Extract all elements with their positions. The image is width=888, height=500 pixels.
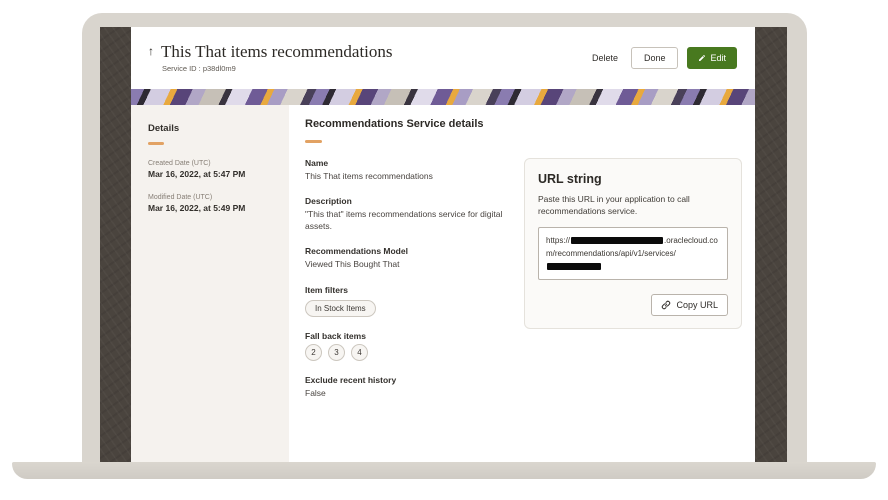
name-label: Name xyxy=(305,158,512,168)
accent-underline xyxy=(305,140,322,143)
url-segment: /recommendations/api/v1/services/ xyxy=(553,249,676,258)
item-filters-label: Item filters xyxy=(305,285,512,295)
service-id-text: Service ID : p38dl0m9 xyxy=(161,64,393,73)
edit-button[interactable]: Edit xyxy=(687,47,737,69)
description-label: Description xyxy=(305,196,512,206)
name-field: Name This That items recommendations xyxy=(305,158,512,182)
copy-url-button[interactable]: Copy URL xyxy=(651,294,728,316)
service-fields: Name This That items recommendations Des… xyxy=(305,158,524,413)
title-texts: This That items recommendations Service … xyxy=(161,43,393,73)
content-row: Name This That items recommendations Des… xyxy=(305,158,742,413)
screen-wallpaper: ↑ This That items recommendations Servic… xyxy=(100,27,787,462)
fallback-item-pill: 2 xyxy=(305,344,322,361)
fallback-pills: 2 3 4 xyxy=(305,344,512,361)
item-filters-field: Item filters In Stock Items xyxy=(305,285,512,317)
header-actions: Delete Done Edit xyxy=(588,47,737,69)
modified-date-value: Mar 16, 2022, at 5:49 PM xyxy=(148,203,277,213)
exclude-history-value: False xyxy=(305,388,512,399)
created-date-value: Mar 16, 2022, at 5:47 PM xyxy=(148,169,277,179)
delete-button[interactable]: Delete xyxy=(588,48,622,68)
link-icon xyxy=(661,300,671,310)
model-label: Recommendations Model xyxy=(305,246,512,256)
title-block: ↑ This That items recommendations Servic… xyxy=(148,43,393,73)
main-panel: Recommendations Service details Name Thi… xyxy=(289,105,755,462)
app-window: ↑ This That items recommendations Servic… xyxy=(131,27,755,462)
name-value: This That items recommendations xyxy=(305,171,512,182)
laptop-screen-frame: ↑ This That items recommendations Servic… xyxy=(82,13,807,462)
fallback-item-pill: 3 xyxy=(328,344,345,361)
fallback-item-pill: 4 xyxy=(351,344,368,361)
details-sidebar: Details Created Date (UTC) Mar 16, 2022,… xyxy=(131,105,289,462)
laptop-mockup: ↑ This That items recommendations Servic… xyxy=(0,0,888,500)
item-filter-tag: In Stock Items xyxy=(305,300,376,317)
url-segment: https:// xyxy=(546,236,570,245)
exclude-history-field: Exclude recent history False xyxy=(305,375,512,399)
edit-button-label: Edit xyxy=(710,53,726,63)
accent-underline xyxy=(148,142,164,145)
page-title: This That items recommendations xyxy=(161,43,393,62)
done-button[interactable]: Done xyxy=(631,47,679,69)
url-card-description: Paste this URL in your application to ca… xyxy=(538,193,728,218)
url-card-title: URL string xyxy=(538,172,728,186)
url-string-card: URL string Paste this URL in your applic… xyxy=(524,158,742,329)
description-field: Description "This that" items recommenda… xyxy=(305,196,512,232)
service-url-text[interactable]: https://.oraclecloud.com/recommendations… xyxy=(538,227,728,281)
exclude-history-label: Exclude recent history xyxy=(305,375,512,385)
app-header: ↑ This That items recommendations Servic… xyxy=(131,27,755,89)
redacted-service-id xyxy=(547,263,601,270)
model-value: Viewed This Bought That xyxy=(305,259,512,270)
fallback-field: Fall back items 2 3 4 xyxy=(305,331,512,361)
redacted-hostname xyxy=(571,237,663,244)
created-date-label: Created Date (UTC) xyxy=(148,160,277,167)
pencil-icon xyxy=(698,54,706,62)
copy-url-label: Copy URL xyxy=(676,300,718,310)
fallback-label: Fall back items xyxy=(305,331,512,341)
laptop-base xyxy=(12,462,876,479)
app-body: Details Created Date (UTC) Mar 16, 2022,… xyxy=(131,105,755,462)
modified-date-field: Modified Date (UTC) Mar 16, 2022, at 5:4… xyxy=(148,194,277,213)
modified-date-label: Modified Date (UTC) xyxy=(148,194,277,201)
section-heading: Recommendations Service details xyxy=(305,118,742,130)
created-date-field: Created Date (UTC) Mar 16, 2022, at 5:47… xyxy=(148,160,277,179)
sidebar-title: Details xyxy=(148,123,277,134)
model-field: Recommendations Model Viewed This Bought… xyxy=(305,246,512,270)
back-arrow-icon[interactable]: ↑ xyxy=(148,45,154,57)
decorative-banner xyxy=(131,89,755,105)
description-value: "This that" items recommendations servic… xyxy=(305,209,512,232)
